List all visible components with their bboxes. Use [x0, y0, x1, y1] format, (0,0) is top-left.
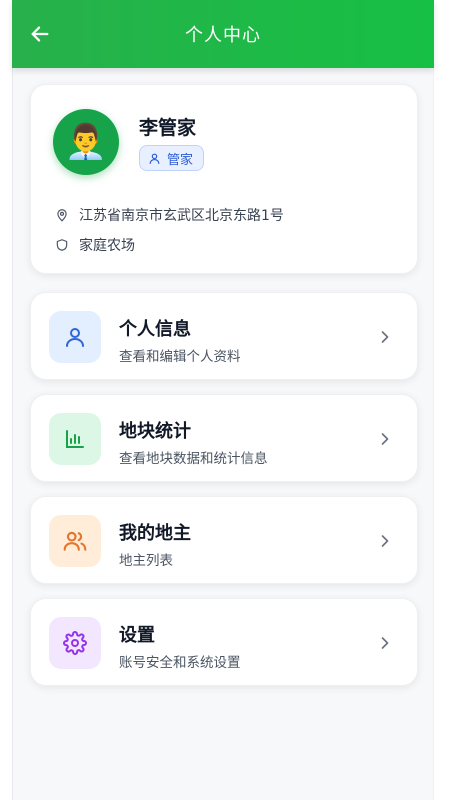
menu-subtitle: 查看地块数据和统计信息 — [119, 451, 268, 467]
menu-icon-box — [49, 413, 101, 465]
chevron-right-icon — [381, 637, 389, 649]
shield-icon — [56, 239, 68, 251]
menu-icon-box — [49, 515, 101, 567]
farm-text: 家庭农场 — [79, 238, 135, 254]
address-row: 江苏省南京市玄武区北京东路1号 — [55, 205, 284, 225]
user-icon — [149, 153, 160, 164]
profile-card: 👨‍💼 李管家 管家 江苏省南京市玄武区北京东路1号 家庭农场 — [30, 84, 418, 274]
address-text: 江苏省南京市玄武区北京东路1号 — [79, 208, 284, 224]
menu-subtitle: 地主列表 — [119, 553, 173, 569]
top-app-bar: 个人中心 — [12, 0, 434, 68]
chevron-right-icon — [381, 331, 389, 343]
role-badge: 管家 — [139, 145, 205, 171]
avatar: 👨‍💼 — [53, 109, 119, 175]
menu-title: 个人信息 — [119, 319, 191, 340]
menu-subtitle: 查看和编辑个人资料 — [119, 349, 241, 365]
page-title: 个人中心 — [185, 25, 261, 46]
chevron-right-icon — [381, 535, 389, 547]
menu-item-personal-info[interactable]: 个人信息 查看和编辑个人资料 — [30, 292, 418, 380]
user-name: 李管家 — [139, 117, 197, 139]
avatar-emoji: 👨‍💼 — [64, 122, 108, 162]
farm-row: 家庭农场 — [55, 235, 135, 255]
menu-title: 我的地主 — [119, 523, 191, 544]
menu-icon-box — [49, 311, 101, 363]
back-button[interactable] — [26, 20, 54, 48]
menu-item-my-landlords[interactable]: 我的地主 地主列表 — [30, 496, 418, 584]
chevron-right-icon — [381, 433, 389, 445]
gear-icon — [63, 631, 87, 655]
menu-subtitle: 账号安全和系统设置 — [119, 655, 241, 671]
users-icon — [63, 531, 87, 551]
menu-item-settings[interactable]: 设置 账号安全和系统设置 — [30, 598, 418, 686]
location-pin-icon — [57, 209, 67, 222]
menu-item-plot-stats[interactable]: 地块统计 查看地块数据和统计信息 — [30, 394, 418, 482]
bar-chart-icon — [66, 430, 84, 448]
user-icon — [66, 328, 84, 347]
menu-icon-box — [49, 617, 101, 669]
role-label: 管家 — [167, 152, 194, 168]
menu-title: 设置 — [119, 625, 155, 646]
menu-title: 地块统计 — [119, 421, 191, 442]
arrow-left-icon — [31, 26, 49, 42]
